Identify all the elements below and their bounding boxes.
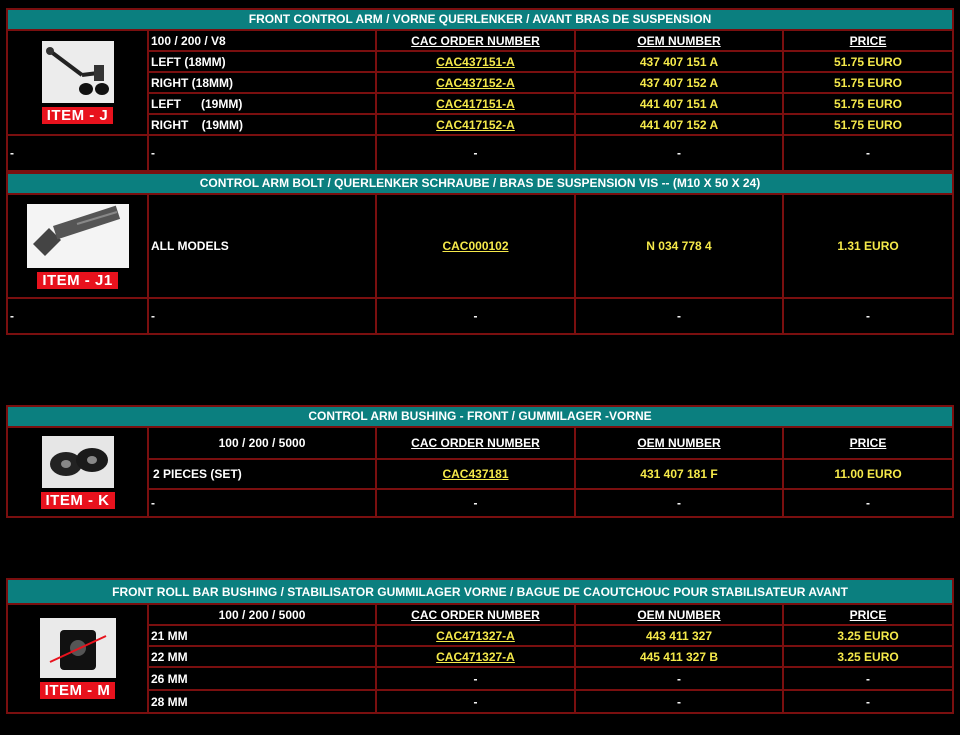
cac-order-link[interactable]: CAC417151-A	[436, 97, 515, 111]
oem-number: 437 407 152 A	[574, 71, 784, 94]
column-header-models: 100 / 200 / 5000	[147, 426, 377, 460]
blank-cell: -	[375, 134, 576, 172]
blank-cell: -	[375, 297, 576, 335]
blank-cell: -	[6, 297, 149, 335]
price: 3.25 EURO	[781, 624, 955, 647]
section-control-arm-bushing: CONTROL ARM BUSHING - FRONT / GUMMILAGER…	[5, 405, 955, 518]
blank-cell: -	[781, 134, 955, 172]
table-row: LEFT (18MM) CAC437151-A 437 407 151 A 51…	[7, 50, 955, 73]
table-row: 2 PIECES (SET) CAC437181 431 407 181 F 1…	[7, 458, 955, 490]
product-image-cell: ITEM - J	[6, 29, 149, 136]
price: 3.25 EURO	[781, 645, 955, 668]
blank-cell: -	[574, 297, 784, 335]
table-row: 21 MM CAC471327-A 443 411 327 3.25 EURO	[7, 624, 955, 647]
variant-label: 22 MM	[147, 645, 377, 668]
column-header-oem[interactable]: OEM NUMBER	[574, 426, 784, 460]
blank-cell: -	[574, 488, 784, 518]
blank-cell: -	[781, 488, 955, 518]
table-row: 28 MM - - -	[7, 689, 955, 714]
bolt-photo[interactable]	[26, 203, 129, 268]
section-header: CONTROL ARM BOLT / QUERLENKER SCHRAUBE /…	[5, 172, 955, 195]
variant-label: 21 MM	[147, 624, 377, 647]
bushing-photo[interactable]	[41, 435, 114, 488]
oem-number: -	[574, 689, 784, 714]
oem-number: 437 407 151 A	[574, 50, 784, 73]
blank-cell: -	[375, 488, 576, 518]
oem-number: 431 407 181 F	[574, 458, 784, 490]
blank-row: - - - -	[7, 488, 955, 518]
cac-order-link[interactable]: CAC417152-A	[436, 118, 515, 132]
blank-row: - - - - -	[6, 297, 955, 335]
column-header-oem[interactable]: OEM NUMBER	[574, 603, 784, 626]
variant-label: LEFT (18MM)	[147, 50, 377, 73]
section-header: FRONT ROLL BAR BUSHING / STABILISATOR GU…	[5, 578, 955, 605]
table-row: 22 MM CAC471327-A 445 411 327 B 3.25 EUR…	[7, 645, 955, 668]
cac-order-link[interactable]: CAC471327-A	[436, 629, 515, 643]
variant-label: 28 MM	[147, 689, 377, 714]
section-front-control-arm: FRONT CONTROL ARM / VORNE QUERLENKER / A…	[5, 8, 955, 172]
blank-cell: -	[781, 297, 955, 335]
column-header-models: 100 / 200 / V8	[147, 29, 377, 52]
control-arm-photo[interactable]	[41, 41, 114, 103]
blank-cell: -	[574, 134, 784, 172]
column-header-price[interactable]: PRICE	[781, 603, 955, 626]
product-image-cell: ITEM - J1	[6, 193, 149, 299]
variant-label: LEFT (19MM)	[147, 92, 377, 115]
product-image-cell: ITEM - K	[6, 426, 149, 518]
table-row: LEFT (19MM) CAC417151-A 441 407 151 A 51…	[7, 92, 955, 115]
column-header-cac[interactable]: CAC ORDER NUMBER	[375, 603, 576, 626]
column-header-cac[interactable]: CAC ORDER NUMBER	[375, 426, 576, 460]
price: 51.75 EURO	[781, 50, 955, 73]
column-header-cac[interactable]: CAC ORDER NUMBER	[375, 29, 576, 52]
cac-order-link[interactable]: CAC000102	[442, 239, 508, 253]
cac-order-link[interactable]: CAC437181	[442, 467, 508, 481]
cac-order-link[interactable]: CAC437151-A	[436, 55, 515, 69]
blank-cell: -	[147, 488, 377, 518]
item-badge: ITEM - M	[39, 682, 116, 699]
variant-label: RIGHT (18MM)	[147, 71, 377, 94]
table-row: RIGHT (19MM) CAC417152-A 441 407 152 A 5…	[7, 113, 955, 136]
oem-number: 443 411 327	[574, 624, 784, 647]
column-header-price[interactable]: PRICE	[781, 29, 955, 52]
blank-cell: -	[147, 134, 377, 172]
price: 51.75 EURO	[781, 92, 955, 115]
blank-row: - - - - -	[6, 134, 955, 172]
cac-order-link[interactable]: CAC437152-A	[436, 76, 515, 90]
section-header: FRONT CONTROL ARM / VORNE QUERLENKER / A…	[5, 8, 955, 31]
cac-order-number: -	[375, 666, 576, 691]
variant-label: 26 MM	[147, 666, 377, 691]
variant-label: 2 PIECES (SET)	[147, 458, 377, 490]
price: 51.75 EURO	[781, 71, 955, 94]
section-front-roll-bar-bushing: FRONT ROLL BAR BUSHING / STABILISATOR GU…	[5, 578, 955, 714]
variant-label: ALL MODELS	[147, 193, 377, 299]
price: 11.00 EURO	[781, 458, 955, 490]
table-row: ITEM - J1 ALL MODELS CAC000102 N 034 778…	[6, 193, 955, 299]
price: -	[781, 666, 955, 691]
blank-cell: -	[6, 134, 149, 172]
oem-number: 441 407 151 A	[574, 92, 784, 115]
oem-number: 445 411 327 B	[574, 645, 784, 668]
variant-label: RIGHT (19MM)	[147, 113, 377, 136]
column-header-oem[interactable]: OEM NUMBER	[574, 29, 784, 52]
cac-order-link[interactable]: CAC471327-A	[436, 650, 515, 664]
item-badge: ITEM - J1	[37, 271, 118, 289]
oem-number: 441 407 152 A	[574, 113, 784, 136]
section-header: CONTROL ARM BUSHING - FRONT / GUMMILAGER…	[5, 405, 955, 428]
price: 51.75 EURO	[781, 113, 955, 136]
section-control-arm-bolt: CONTROL ARM BOLT / QUERLENKER SCHRAUBE /…	[5, 172, 955, 335]
oem-number: -	[574, 666, 784, 691]
price: 1.31 EURO	[781, 193, 955, 299]
blank-cell: -	[147, 297, 377, 335]
table-row: RIGHT (18MM) CAC437152-A 437 407 152 A 5…	[7, 71, 955, 94]
column-header-models: 100 / 200 / 5000	[147, 603, 377, 626]
roll-bar-bushing-photo[interactable]	[39, 618, 116, 678]
table-row: 26 MM - - -	[7, 666, 955, 691]
item-badge: ITEM - J	[41, 107, 114, 124]
product-image-cell: ITEM - M	[6, 603, 149, 714]
column-header-price[interactable]: PRICE	[781, 426, 955, 460]
item-badge: ITEM - K	[40, 491, 115, 509]
cac-order-number: -	[375, 689, 576, 714]
oem-number: N 034 778 4	[574, 193, 784, 299]
price: -	[781, 689, 955, 714]
